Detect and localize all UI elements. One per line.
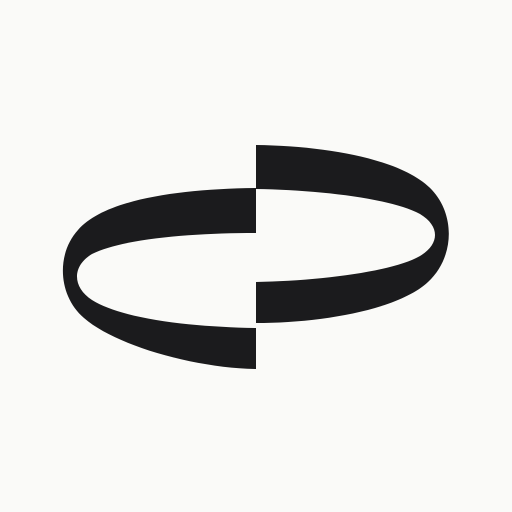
logo-right-ribbon-icon <box>256 145 449 323</box>
logo-left-ribbon-icon <box>62 188 256 369</box>
logo-canvas <box>0 0 512 512</box>
interlocking-ribbon-logo-icon <box>62 145 449 369</box>
